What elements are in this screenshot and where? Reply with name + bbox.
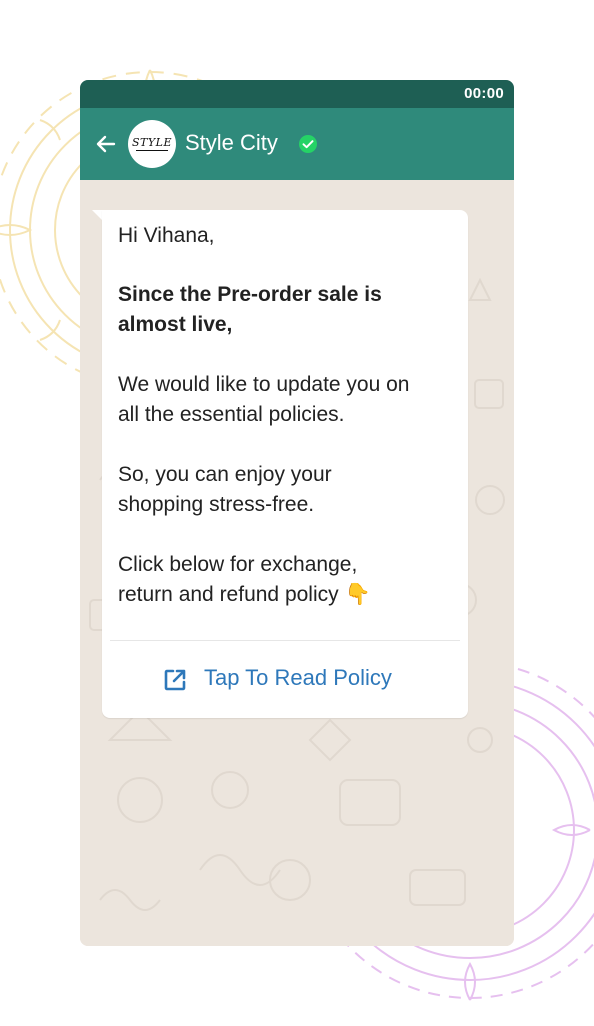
chat-header: STYLE Style City bbox=[80, 108, 514, 180]
message-paragraph-2: So, you can enjoy your shopping stress-f… bbox=[118, 463, 332, 516]
avatar-logo-text: STYLE bbox=[132, 136, 172, 149]
avatar[interactable]: STYLE bbox=[128, 120, 176, 168]
message-greeting: Hi Vihana, bbox=[118, 224, 215, 247]
message-headline: Since the Pre-order sale is almost live, bbox=[118, 283, 382, 336]
phone-frame: 00:00 STYLE Style City Hi Vihana, Since … bbox=[80, 80, 514, 946]
screen: 00:00 STYLE Style City Hi Vihana, Since … bbox=[0, 0, 594, 1026]
external-link-icon bbox=[164, 669, 186, 691]
contact-name[interactable]: Style City bbox=[185, 130, 278, 156]
status-bar: 00:00 bbox=[80, 80, 514, 108]
read-policy-button[interactable]: Tap To Read Policy bbox=[102, 641, 468, 718]
arrow-left-icon[interactable] bbox=[94, 132, 118, 156]
message-bubble: Hi Vihana, Since the Pre-order sale is a… bbox=[102, 210, 468, 718]
status-time: 00:00 bbox=[464, 85, 504, 102]
message-paragraph-1: We would like to update you on all the e… bbox=[118, 373, 410, 426]
check-circle-icon bbox=[299, 135, 317, 153]
message-paragraph-3: Click below for exchange, return and ref… bbox=[118, 553, 371, 606]
read-policy-label: Tap To Read Policy bbox=[204, 665, 392, 690]
avatar-logo-underline bbox=[136, 150, 168, 151]
